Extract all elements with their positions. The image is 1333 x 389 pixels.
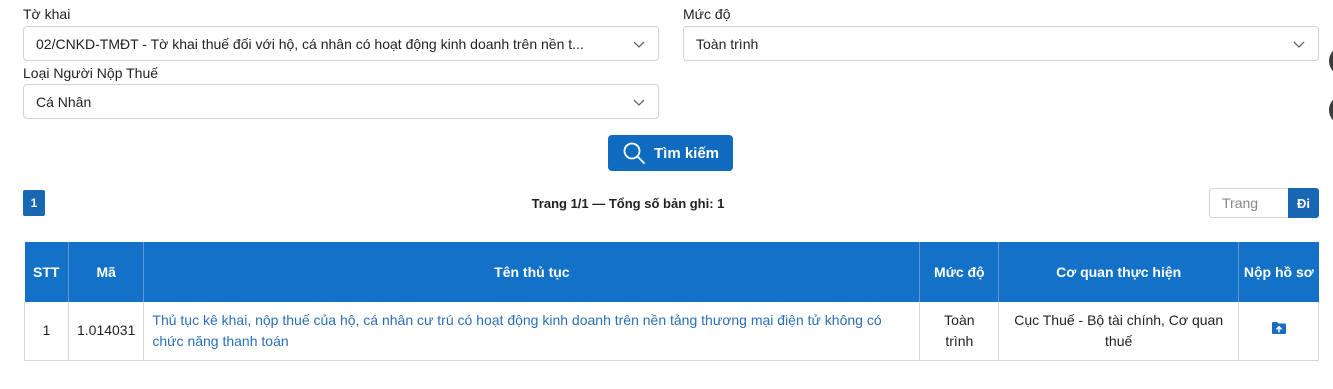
go-button[interactable]: Đi [1288, 188, 1319, 218]
search-icon [623, 142, 645, 164]
muc-do-value: Toàn trình [696, 35, 759, 52]
pagination-info: Trang 1/1 — Tổng số bản ghi: 1 [531, 196, 725, 211]
edge-control [1329, 95, 1333, 125]
cell-muc-do: Toàn trình [919, 302, 999, 361]
cell-co-quan: Cục Thuế - Bộ tài chính, Cơ quan thuế [998, 302, 1239, 361]
loai-nguoi-nop-thue-value: Cá Nhân [36, 93, 92, 110]
loai-nguoi-nop-thue-select[interactable]: Cá Nhân [23, 84, 659, 119]
table-row: 1 1.014031 Thủ tục kê khai, nộp thuế của… [24, 302, 1319, 361]
header-muc-do: Mức độ [919, 242, 999, 302]
to-khai-select[interactable]: 02/CNKD-TMĐT - Tờ khai thuế đối với hộ, … [23, 26, 659, 61]
folder-upload-icon[interactable] [1271, 321, 1287, 335]
loai-nguoi-nop-thue-label: Loại Người Nộp Thuế [23, 65, 159, 81]
edge-control [1329, 46, 1333, 76]
page-input[interactable] [1209, 188, 1289, 218]
header-ten-thu-tuc: Tên thủ tục [143, 242, 920, 302]
header-co-quan: Cơ quan thực hiện [998, 242, 1239, 302]
to-khai-value: 02/CNKD-TMĐT - Tờ khai thuế đối với hộ, … [36, 35, 584, 52]
procedure-link[interactable]: Thủ tục kê khai, nộp thuế của hộ, cá nhâ… [152, 312, 881, 349]
header-stt: STT [24, 242, 69, 302]
chevron-down-icon [633, 41, 645, 48]
header-ma: Mã [67, 242, 144, 302]
cell-ten-thu-tuc: Thủ tục kê khai, nộp thuế của hộ, cá nhâ… [143, 302, 920, 361]
chevron-down-icon [1293, 41, 1305, 48]
header-nop-ho-so: Nộp hồ sơ [1238, 242, 1319, 302]
chevron-down-icon [633, 99, 645, 106]
procedure-table: STT Mã Tên thủ tục Mức độ Cơ quan thực h… [24, 242, 1319, 361]
muc-do-select[interactable]: Toàn trình [683, 26, 1319, 61]
muc-do-label: Mức độ [683, 6, 731, 22]
cell-nop-ho-so [1238, 302, 1319, 361]
search-button[interactable]: Tìm kiếm [608, 135, 733, 171]
search-button-label: Tìm kiếm [653, 144, 720, 162]
cell-stt: 1 [24, 302, 69, 361]
cell-ma: 1.014031 [67, 302, 144, 361]
to-khai-label: Tờ khai [23, 6, 71, 22]
table-header-row: STT Mã Tên thủ tục Mức độ Cơ quan thực h… [24, 242, 1319, 302]
